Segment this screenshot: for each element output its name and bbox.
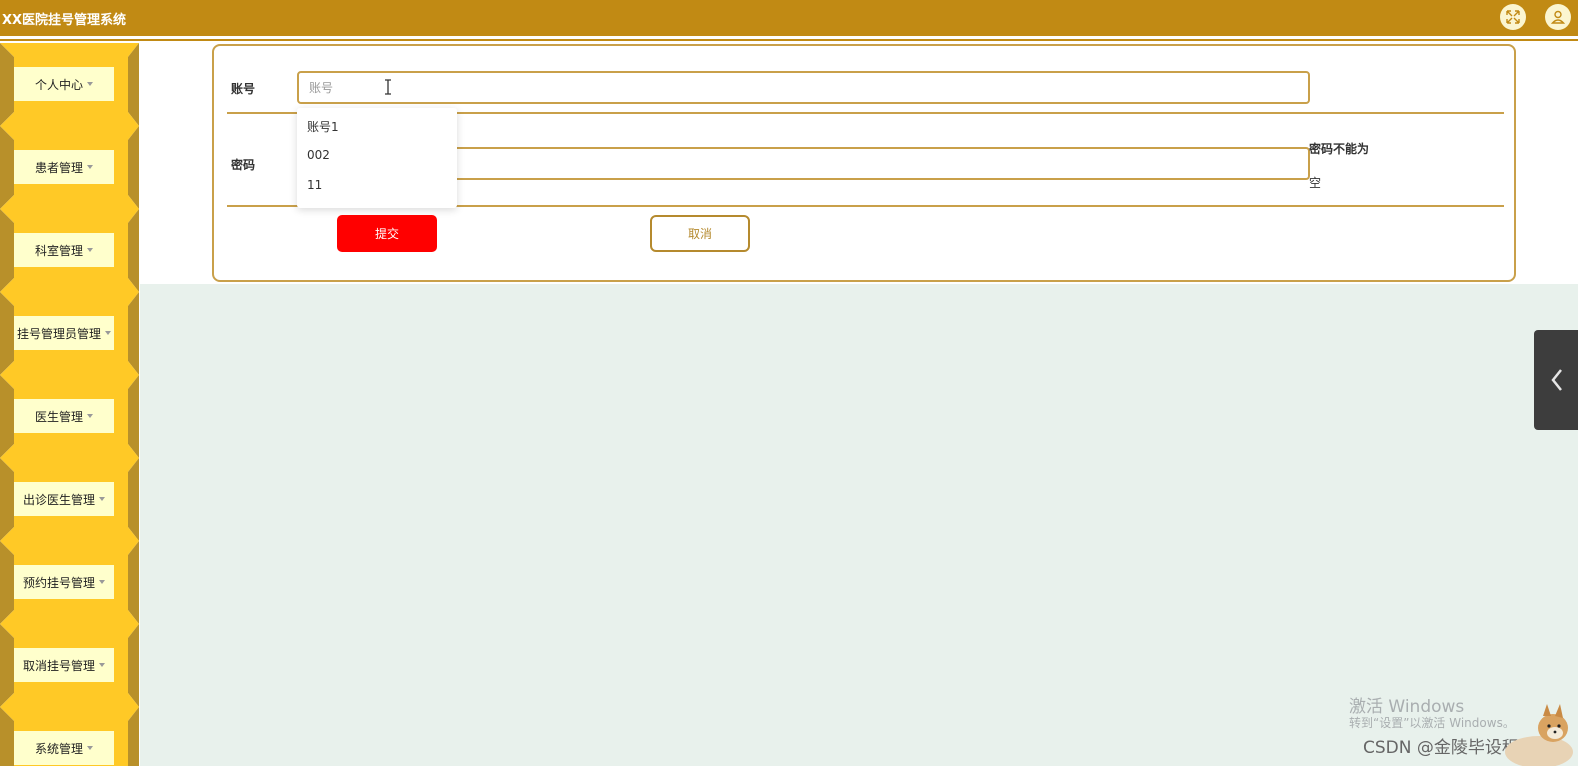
sidebar-item-on-duty-doctor-management[interactable]: 出诊医生管理 xyxy=(0,458,139,541)
dog-mascot-icon xyxy=(1505,704,1573,766)
side-collapse-tab[interactable] xyxy=(1534,330,1578,430)
chevron-left-icon xyxy=(1551,369,1562,391)
autocomplete-option[interactable]: 002 xyxy=(307,148,330,162)
caret-down-icon xyxy=(99,580,105,584)
sidebar-item-label: 医生管理 xyxy=(14,399,114,433)
sidebar-item-label: 系统管理 xyxy=(14,731,114,765)
sidebar-item-label: 挂号管理员管理 xyxy=(14,316,114,350)
sidebar-item-label: 科室管理 xyxy=(14,233,114,267)
sidebar: 个人中心 患者管理 科室管理 挂号管理员管理 医生管理 出诊医生管理 预约挂号管… xyxy=(0,41,140,766)
windows-activation-hint: 转到“设置”以激活 Windows。 xyxy=(1349,716,1515,730)
caret-down-icon xyxy=(87,165,93,169)
sidebar-item-label: 个人中心 xyxy=(14,67,114,101)
sidebar-item-label: 患者管理 xyxy=(14,150,114,184)
text-cursor-icon xyxy=(385,79,391,95)
fullscreen-icon[interactable] xyxy=(1500,4,1526,30)
sidebar-item-label: 预约挂号管理 xyxy=(14,565,114,599)
account-input[interactable] xyxy=(297,71,1310,104)
sidebar-item-label: 出诊医生管理 xyxy=(14,482,114,516)
password-error-message-cont: 空 xyxy=(1309,176,1322,190)
caret-down-icon xyxy=(87,82,93,86)
caret-down-icon xyxy=(87,746,93,750)
autocomplete-option[interactable]: 11 xyxy=(307,178,322,192)
top-bar: XX医院挂号管理系统 xyxy=(0,0,1578,36)
autocomplete-option[interactable]: 账号1 xyxy=(307,118,339,135)
sidebar-item-system-management[interactable]: 系统管理 xyxy=(0,707,139,766)
sidebar-item-registration-admin-management[interactable]: 挂号管理员管理 xyxy=(0,292,139,375)
sidebar-item-doctor-management[interactable]: 医生管理 xyxy=(0,375,139,458)
sidebar-item-cancel-registration-management[interactable]: 取消挂号管理 xyxy=(0,624,139,707)
cancel-button[interactable]: 取消 xyxy=(650,215,750,252)
sidebar-item-appointment-management[interactable]: 预约挂号管理 xyxy=(0,541,139,624)
password-label: 密码 xyxy=(231,158,256,172)
caret-down-icon xyxy=(87,414,93,418)
password-error-message: 密码不能为 xyxy=(1309,142,1370,156)
sidebar-item-label: 取消挂号管理 xyxy=(14,648,114,682)
user-icon[interactable] xyxy=(1545,4,1571,30)
caret-down-icon xyxy=(99,497,105,501)
autocomplete-dropdown: 账号1 002 11 xyxy=(297,108,457,208)
sidebar-item-personal-center[interactable]: 个人中心 xyxy=(0,43,139,126)
sidebar-item-patient-management[interactable]: 患者管理 xyxy=(0,126,139,209)
caret-down-icon xyxy=(99,663,105,667)
app-title: XX医院挂号管理系统 xyxy=(2,13,127,28)
account-label: 账号 xyxy=(231,82,256,96)
caret-down-icon xyxy=(87,248,93,252)
sidebar-item-department-management[interactable]: 科室管理 xyxy=(0,209,139,292)
caret-down-icon xyxy=(105,331,111,335)
submit-button[interactable]: 提交 xyxy=(337,215,437,252)
